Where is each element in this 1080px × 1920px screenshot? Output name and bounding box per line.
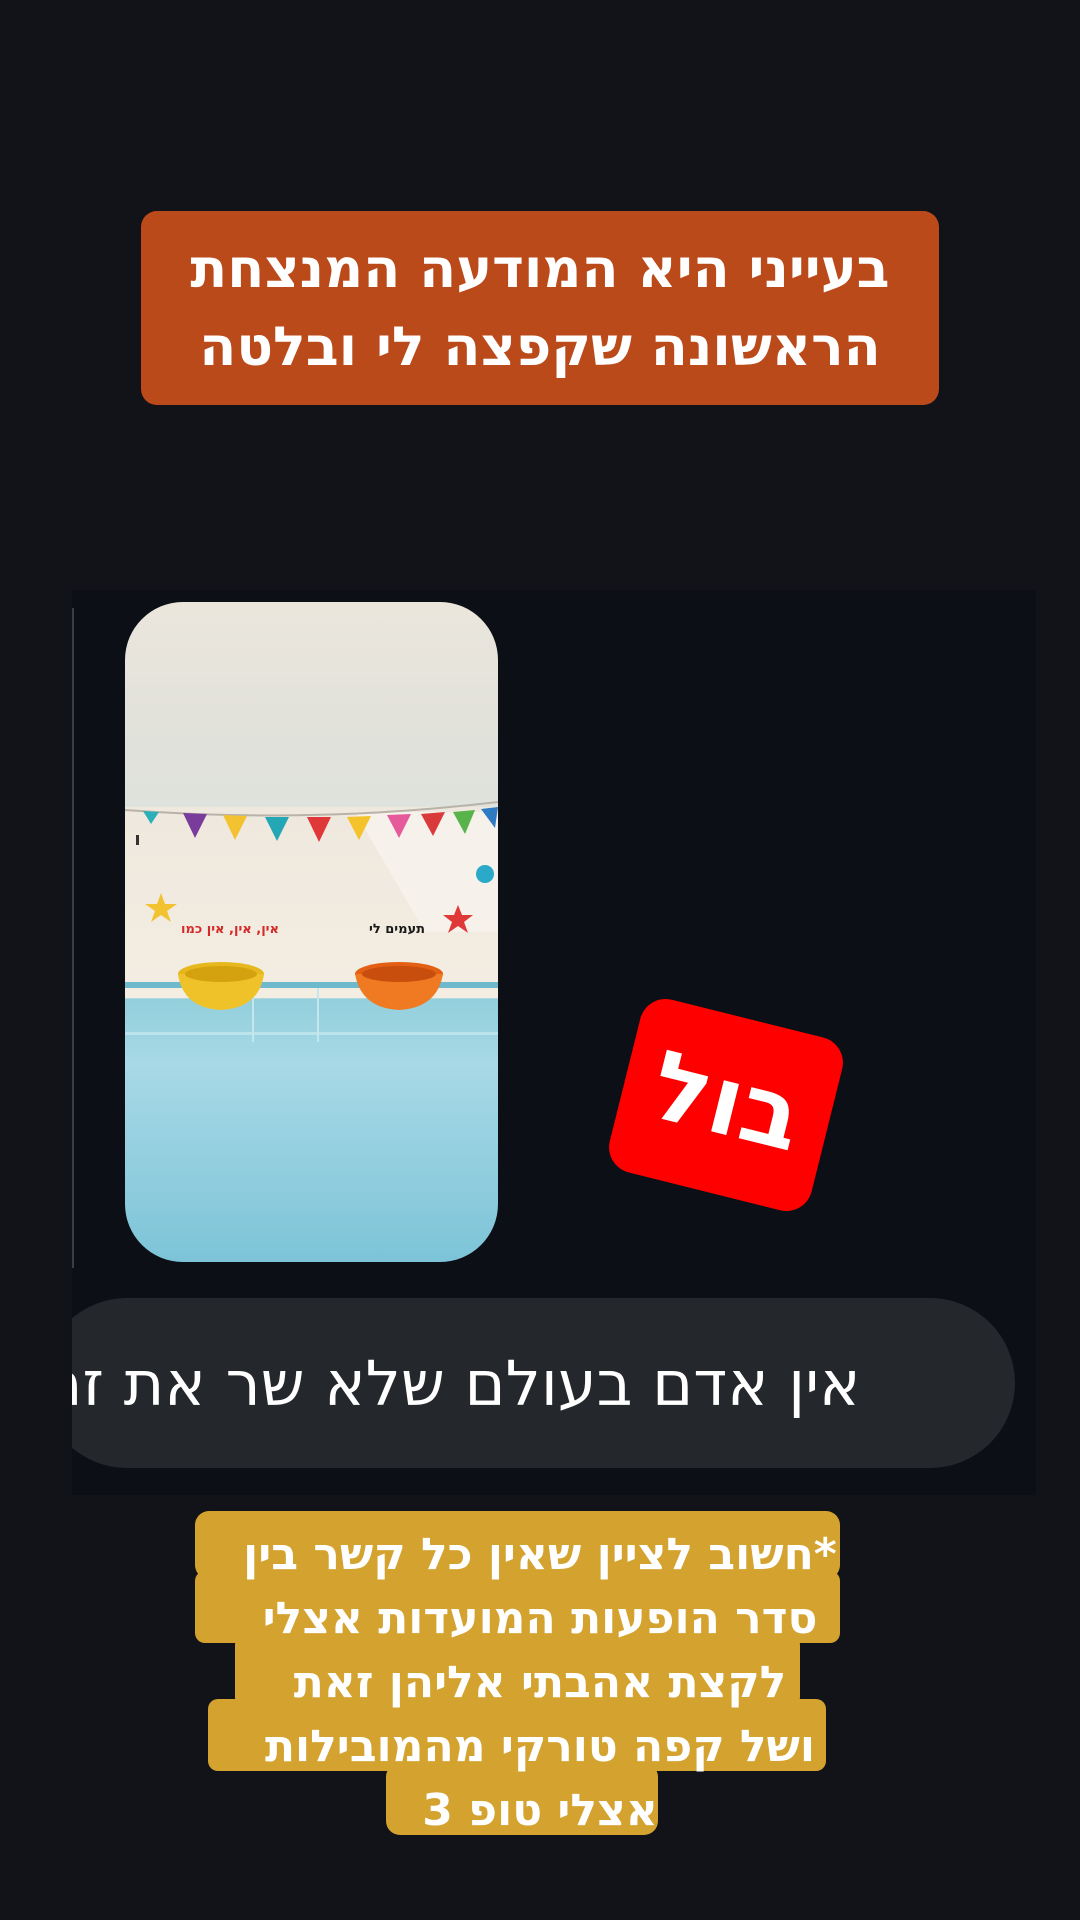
sticker-text: בול <box>640 1028 814 1174</box>
footnote-line-1: *חשוב לציין שאין כל קשר בין <box>243 1529 837 1580</box>
ad-label-left: אין, אין, אין כמו <box>181 922 279 937</box>
title-line-2: הראשונה שקפצה לי ובלטה <box>199 315 881 378</box>
footnote-line-5: אצלי טופ 3 <box>422 1785 658 1836</box>
footnote-line-3: לקצת אהבתי אליהן זאת <box>293 1657 787 1708</box>
story-screen: בעייני היא המודעה המנצחת הראשונה שקפצה ל… <box>0 0 1080 1920</box>
footnote-line-4: ושל קפה טורקי מהמובילות <box>264 1721 816 1772</box>
title-caption: בעייני היא המודעה המנצחת הראשונה שקפצה ל… <box>141 211 939 405</box>
message-text: אין אדם בעולם שלא שר את זה <box>72 1346 861 1420</box>
footnote-text: *חשוב לציין שאין כל קשר בין סדר הופעות ה… <box>0 1523 1080 1843</box>
screenshot-edge-divider <box>72 608 74 1268</box>
message-bubble: אין אדם בעולם שלא שר את זה <box>72 1298 1015 1468</box>
embedded-chat-screenshot: אין, אין, אין כמו תעמים לי בול אין אדם ב… <box>72 590 1036 1495</box>
ad-video-thumbnail[interactable]: אין, אין, אין כמו תעמים לי <box>125 602 498 1262</box>
title-line-1: בעייני היא המודעה המנצחת <box>190 237 890 300</box>
ad-label-right: תעמים לי <box>369 922 426 937</box>
footnote-caption: *חשוב לציין שאין כל קשר בין סדר הופעות ה… <box>0 1511 1080 1851</box>
bol-sticker: בול <box>603 993 849 1217</box>
footnote-line-2: סדר הופעות המועדות אצלי <box>262 1593 818 1644</box>
